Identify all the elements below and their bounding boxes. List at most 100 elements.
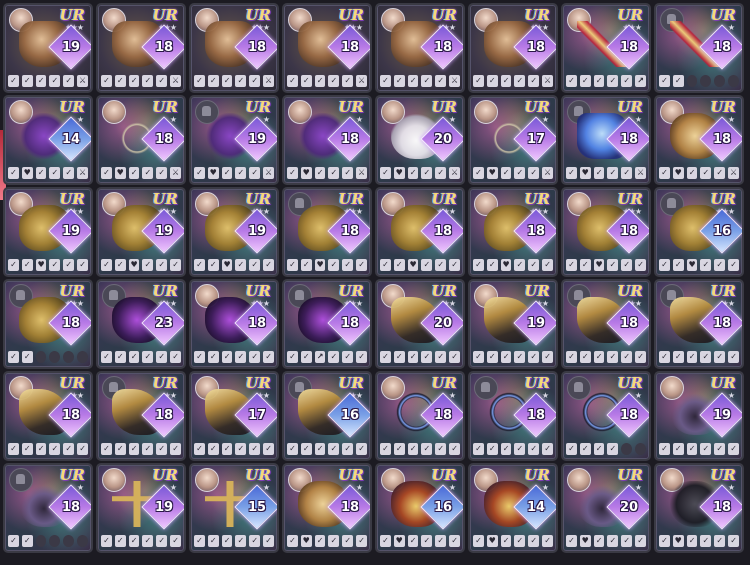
skill-icon: ✓ [473, 259, 484, 271]
rarity-badge: UR [524, 6, 550, 24]
equipment-card[interactable]: UR ★ 19 ✓ ✓ ✓ ✓ ✓ ✓ [654, 371, 744, 461]
equipment-card[interactable]: UR★★★18✓✓✓✓✓⚔ [375, 3, 465, 93]
skill-icon: ✓ [514, 443, 526, 455]
equipment-card[interactable]: UR★★★18✓✓✓✓✓↗ [561, 3, 651, 93]
equipment-card[interactable]: UR ★★ 18 ✓ ✓ ✓ ✓ ✓ ✓ [96, 371, 186, 461]
equipment-card[interactable]: UR ★ 20 ✓ ♥ ✓ ✓ ✓ ⚔ [375, 95, 465, 185]
equipment-card[interactable]: UR ★ 18 ✓ ♥ ✓ ✓ ✓ ⚔ [561, 95, 651, 185]
equipment-card[interactable]: UR ★★ 20 ✓ ✓ ✓ ✓ ✓ ✓ [375, 279, 465, 369]
equipment-card[interactable]: UR★★★19✓✓♥✓✓✓ [96, 187, 186, 277]
skill-icon: ✓ [542, 259, 553, 271]
level-number: 18 [526, 39, 546, 55]
skill-icon: ✓ [328, 535, 340, 547]
skill-icon: ✓ [8, 259, 19, 271]
rarity-badge: UR [710, 282, 736, 300]
equipment-card[interactable]: UR ★★ 16 ✓ ✓ ✓ ✓ ✓ ✓ [282, 371, 372, 461]
level-number: 19 [712, 407, 732, 423]
skill-icon: ✓ [221, 167, 233, 179]
skill-icon: ✓ [500, 535, 512, 547]
equipment-card[interactable]: UR★★★18✓✓✓✓✓⚔ [282, 3, 372, 93]
skill-icon: ✓ [101, 535, 112, 547]
equipment-card[interactable]: UR ★ 18 ✓ ✓ ✓ ✓ ✓ ✓ [375, 371, 465, 461]
equipment-card[interactable]: UR★★★23✓✓✓✓✓✓ [96, 279, 186, 369]
skill-icon: ✓ [194, 167, 205, 179]
empty-slot-icon [714, 75, 726, 87]
skill-icon: ✓ [8, 75, 19, 87]
equipment-card[interactable]: UR★★★19✓✓♥✓✓✓ [189, 187, 279, 277]
skill-icon-row: ✓ ♥ ✓ ✓ ✓ ✓ [380, 535, 460, 548]
skill-icon: ✓ [672, 443, 684, 455]
equipment-card[interactable]: UR ★ 18 ✓ ✓ [3, 463, 93, 553]
equipment-card[interactable]: UR★★★18✓✓✓✓✓✓ [189, 279, 279, 369]
empty-slot-icon [728, 75, 739, 87]
equipment-card[interactable]: UR★★★18✓✓♥✓✓✓ [561, 187, 651, 277]
equipment-card[interactable]: UR ★ 19 ✓ ✓ ✓ ✓ ✓ ✓ [96, 463, 186, 553]
skill-icon: ✓ [156, 351, 168, 363]
equipment-card[interactable]: UR ★★ 18 ✓ ✓ ✓ ✓ ✓ ✓ [3, 371, 93, 461]
skill-icon: ✓ [300, 351, 312, 363]
equipment-card[interactable]: UR★★★18✓✓♥✓✓✓ [375, 187, 465, 277]
equipment-card[interactable]: UR ★ 20 ✓ ♥ ✓ ✓ ✓ ✓ [561, 463, 651, 553]
rarity-badge: UR [59, 282, 85, 300]
equipment-card[interactable]: UR ★ 14 ✓ ♥ ✓ ✓ ✓ ✓ [468, 463, 558, 553]
rarity-badge: UR [59, 6, 85, 24]
equipment-card[interactable]: UR★★★18✓✓✓✓✓⚔ [189, 3, 279, 93]
equipment-card[interactable]: UR ★ 16 ✓ ♥ ✓ ✓ ✓ ✓ [375, 463, 465, 553]
equipment-card[interactable]: UR ★ 18 ✓ ♥ ✓ ✓ ✓ ⚔ [282, 95, 372, 185]
skill-icon-row: ✓ ✓ ✓ ✓ ✓ ✓ [101, 535, 181, 548]
skill-icon: ✓ [380, 535, 391, 547]
skill-icon: ✓ [635, 351, 646, 363]
skill-icon: ✓ [473, 351, 484, 363]
skill-icon: ✓ [328, 443, 340, 455]
rarity-badge: UR [431, 6, 457, 24]
equipment-card[interactable]: UR★★★19✓✓✓✓✓⚔ [3, 3, 93, 93]
equipment-card[interactable]: UR ★ 14 ✓ ♥ ✓ ✓ ✓ ⚔ [3, 95, 93, 185]
equipment-card[interactable]: UR★★★16✓✓♥✓✓✓ [654, 187, 744, 277]
equipment-card[interactable]: UR ★ 17 ✓ ♥ ✓ ✓ ✓ ⚔ [468, 95, 558, 185]
skill-icon-row: ✓ ✓ ✓ ✓ ✓ ⚔ [8, 75, 88, 88]
skill-icon-row: ✓ ✓ ✓ ✓ ✓ ✓ [659, 443, 739, 456]
skill-icon-row: ✓ ✓ ♥ ✓ ✓ ✓ [473, 259, 553, 272]
skill-icon: ✓ [101, 259, 112, 271]
equipment-card[interactable]: UR ★ 19 ✓ ♥ ✓ ✓ ✓ ⚔ [189, 95, 279, 185]
equipment-card[interactable]: UR ★★ 19 ✓ ✓ ✓ ✓ ✓ ✓ [468, 279, 558, 369]
equipment-card[interactable]: UR ★ 18 ✓ ✓ ✓ ✓ ✓ ✓ [468, 371, 558, 461]
equipment-card[interactable]: UR ★ 18 ✓ ♥ ✓ ✓ ✓ ✓ [654, 463, 744, 553]
equipment-card[interactable]: UR ★ 18 ✓ ♥ ✓ ✓ ✓ ⚔ [654, 95, 744, 185]
skill-icon: ✓ [621, 535, 633, 547]
equipment-card[interactable]: UR★★★18✓✓♥✓✓✓ [468, 187, 558, 277]
equipment-card[interactable]: UR ★ 18 ✓ ♥ ✓ ✓ ✓ ✓ [282, 463, 372, 553]
skill-icon: ✓ [128, 167, 140, 179]
skill-icon: ♥ [672, 167, 684, 179]
skill-icon-row: ✓ ✓ ↗ ✓ ✓ ✓ [287, 351, 367, 364]
equipment-card[interactable]: UR★★★18✓✓✓✓✓⚔ [468, 3, 558, 93]
equipment-card[interactable]: UR★★★18✓✓✓✓✓⚔ [96, 3, 186, 93]
skill-icon: ✓ [514, 75, 526, 87]
skill-icon: ♥ [393, 167, 405, 179]
equipment-card[interactable]: UR ★ 18 ✓ ✓ [654, 3, 744, 93]
equipment-card[interactable]: UR ★ 18 ✓ ♥ ✓ ✓ ✓ ⚔ [96, 95, 186, 185]
equipment-card[interactable]: UR★★★18✓✓♥✓✓✓ [282, 187, 372, 277]
rarity-badge: UR [245, 282, 271, 300]
equipment-card[interactable]: UR ★★ 18 ✓ ✓ ✓ ✓ ✓ ✓ [561, 279, 651, 369]
skill-icon-row: ✓ ✓ ♥ ✓ ✓ ✓ [659, 259, 739, 272]
skill-icon: ✓ [342, 443, 354, 455]
skill-icon: ✓ [473, 167, 484, 179]
equipment-card[interactable]: UR ★ 18 ✓ ✓ ✓ ✓ [561, 371, 651, 461]
skill-icon: ✓ [49, 259, 61, 271]
skill-icon: ✓ [607, 443, 619, 455]
equipment-card[interactable]: UR★★★19✓✓♥✓✓✓ [3, 187, 93, 277]
skill-icon-row: ✓ ♥ ✓ ✓ ✓ ✓ [287, 535, 367, 548]
rarity-badge: UR [245, 98, 271, 116]
skill-icon: ✓ [114, 75, 126, 87]
skill-icon: ✓ [380, 75, 391, 87]
equipment-card[interactable]: UR ★★ 17 ✓ ✓ ✓ ✓ ✓ ✓ [189, 371, 279, 461]
skill-icon: ✓ [114, 535, 126, 547]
skill-icon: ✓ [659, 351, 670, 363]
skill-icon: ✓ [194, 535, 205, 547]
equipment-card[interactable]: UR ★ 15 ✓ ✓ ✓ ✓ ✓ ✓ [189, 463, 279, 553]
equipment-card[interactable]: UR ★★ 18 ✓ ✓ ✓ ✓ ✓ ✓ [654, 279, 744, 369]
equipment-card[interactable]: UR★★★18✓✓↗✓✓✓ [282, 279, 372, 369]
skill-icon: ✓ [114, 351, 126, 363]
equipment-card[interactable]: UR★★★18✓✓ [3, 279, 93, 369]
